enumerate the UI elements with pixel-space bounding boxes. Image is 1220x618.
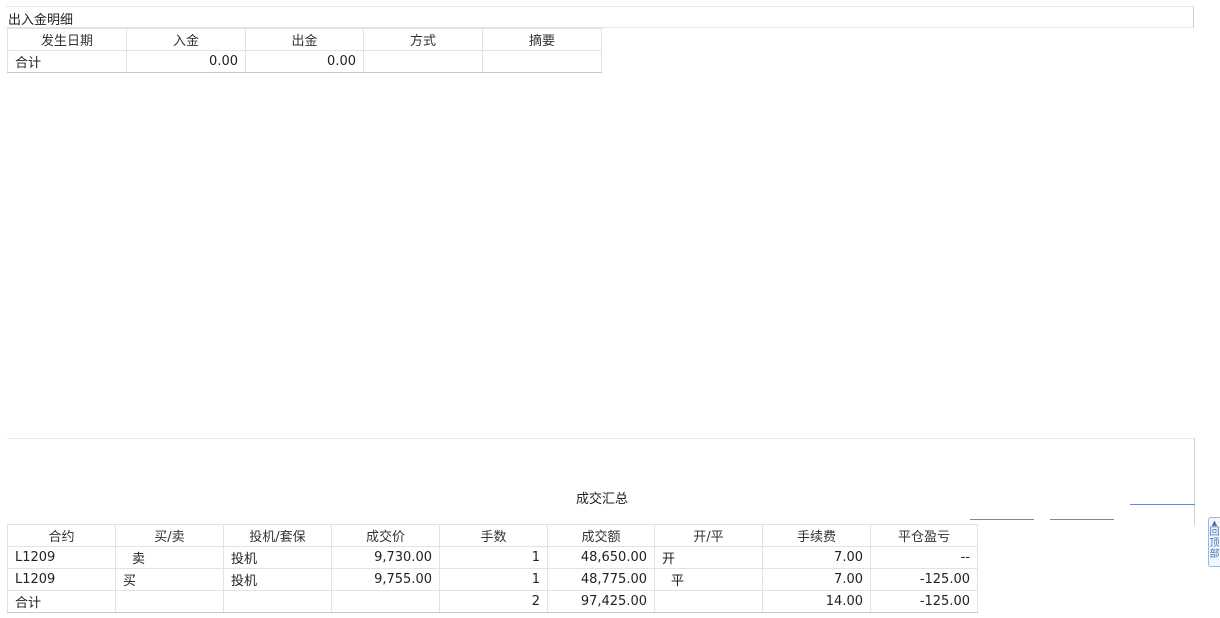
deposits-title: 出入金明细 — [8, 13, 74, 28]
cell-pnl: -125.00 — [870, 568, 978, 591]
column-header-fee: 手续费 — [762, 524, 871, 547]
column-header-contract: 合约 — [7, 524, 116, 547]
deposits-total-row: 合计 0.00 0.00 — [7, 50, 602, 73]
total-label: 合计 — [7, 50, 127, 73]
cell-open-close: 开 — [654, 546, 763, 569]
cell-contract: L1209 — [7, 546, 116, 569]
cell-price: 9,755.00 — [331, 568, 440, 591]
total-lots: 2 — [439, 590, 548, 613]
column-header-open-close: 开/平 — [654, 524, 763, 547]
total-label: 合计 — [7, 590, 116, 613]
column-header-deposit: 入金 — [126, 28, 246, 51]
header-rule — [970, 519, 1034, 520]
trades-title: 成交汇总 — [576, 492, 629, 507]
total-method — [363, 50, 483, 73]
total-withdrawal: 0.00 — [245, 50, 364, 73]
total-amount: 97,425.00 — [547, 590, 655, 613]
cell-fee: 7.00 — [762, 546, 871, 569]
cell-open-close: 平 — [654, 568, 763, 591]
cell-amount: 48,650.00 — [547, 546, 655, 569]
trades-section-header: 成交汇总 — [7, 438, 1195, 525]
cell-lots: 1 — [439, 546, 548, 569]
header-rule — [1130, 504, 1195, 505]
cell-fee: 7.00 — [762, 568, 871, 591]
table-row: L1209 买 投机 9,755.00 1 48,775.00 平 7.00 -… — [7, 568, 978, 591]
cell-lots: 1 — [439, 568, 548, 591]
arrow-up-icon: ▲ — [1211, 519, 1218, 527]
cell-pnl: -- — [870, 546, 978, 569]
total-deposit: 0.00 — [126, 50, 246, 73]
column-header-price: 成交价 — [331, 524, 440, 547]
deposits-section-header: 出入金明细 — [6, 6, 1194, 28]
deposits-header-row: 发生日期 入金 出金 方式 摘要 — [7, 28, 602, 51]
cell-price: 9,730.00 — [331, 546, 440, 569]
trades-table: 合约 买/卖 投机/套保 成交价 手数 成交额 开/平 手续费 平仓盈亏 L12… — [7, 524, 978, 613]
cell-side: 买 — [115, 568, 224, 591]
back-to-top-button[interactable]: ▲ 回顶部 — [1208, 517, 1220, 567]
trades-total-row: 合计 2 97,425.00 14.00 -125.00 — [7, 590, 978, 613]
column-header-side: 买/卖 — [115, 524, 224, 547]
empty-cell — [331, 590, 440, 613]
column-header-method: 方式 — [363, 28, 483, 51]
empty-cell — [115, 590, 224, 613]
cell-contract: L1209 — [7, 568, 116, 591]
column-header-amount: 成交额 — [547, 524, 655, 547]
back-to-top-label: 回顶部 — [1209, 527, 1220, 560]
column-header-summary: 摘要 — [482, 28, 602, 51]
deposits-table: 发生日期 入金 出金 方式 摘要 合计 0.00 0.00 — [7, 28, 602, 73]
empty-cell — [223, 590, 332, 613]
table-row: L1209 卖 投机 9,730.00 1 48,650.00 开 7.00 -… — [7, 546, 978, 569]
column-header-hedge: 投机/套保 — [223, 524, 332, 547]
column-header-withdrawal: 出金 — [245, 28, 364, 51]
header-rule — [1050, 519, 1114, 520]
total-fee: 14.00 — [762, 590, 871, 613]
total-summary — [482, 50, 602, 73]
cell-hedge: 投机 — [223, 546, 332, 569]
cell-side: 卖 — [115, 546, 224, 569]
column-header-pnl: 平仓盈亏 — [870, 524, 978, 547]
cell-hedge: 投机 — [223, 568, 332, 591]
trades-header-row: 合约 买/卖 投机/套保 成交价 手数 成交额 开/平 手续费 平仓盈亏 — [7, 524, 978, 547]
column-header-date: 发生日期 — [7, 28, 127, 51]
total-pnl: -125.00 — [870, 590, 978, 613]
cell-amount: 48,775.00 — [547, 568, 655, 591]
empty-cell — [654, 590, 763, 613]
column-header-lots: 手数 — [439, 524, 548, 547]
